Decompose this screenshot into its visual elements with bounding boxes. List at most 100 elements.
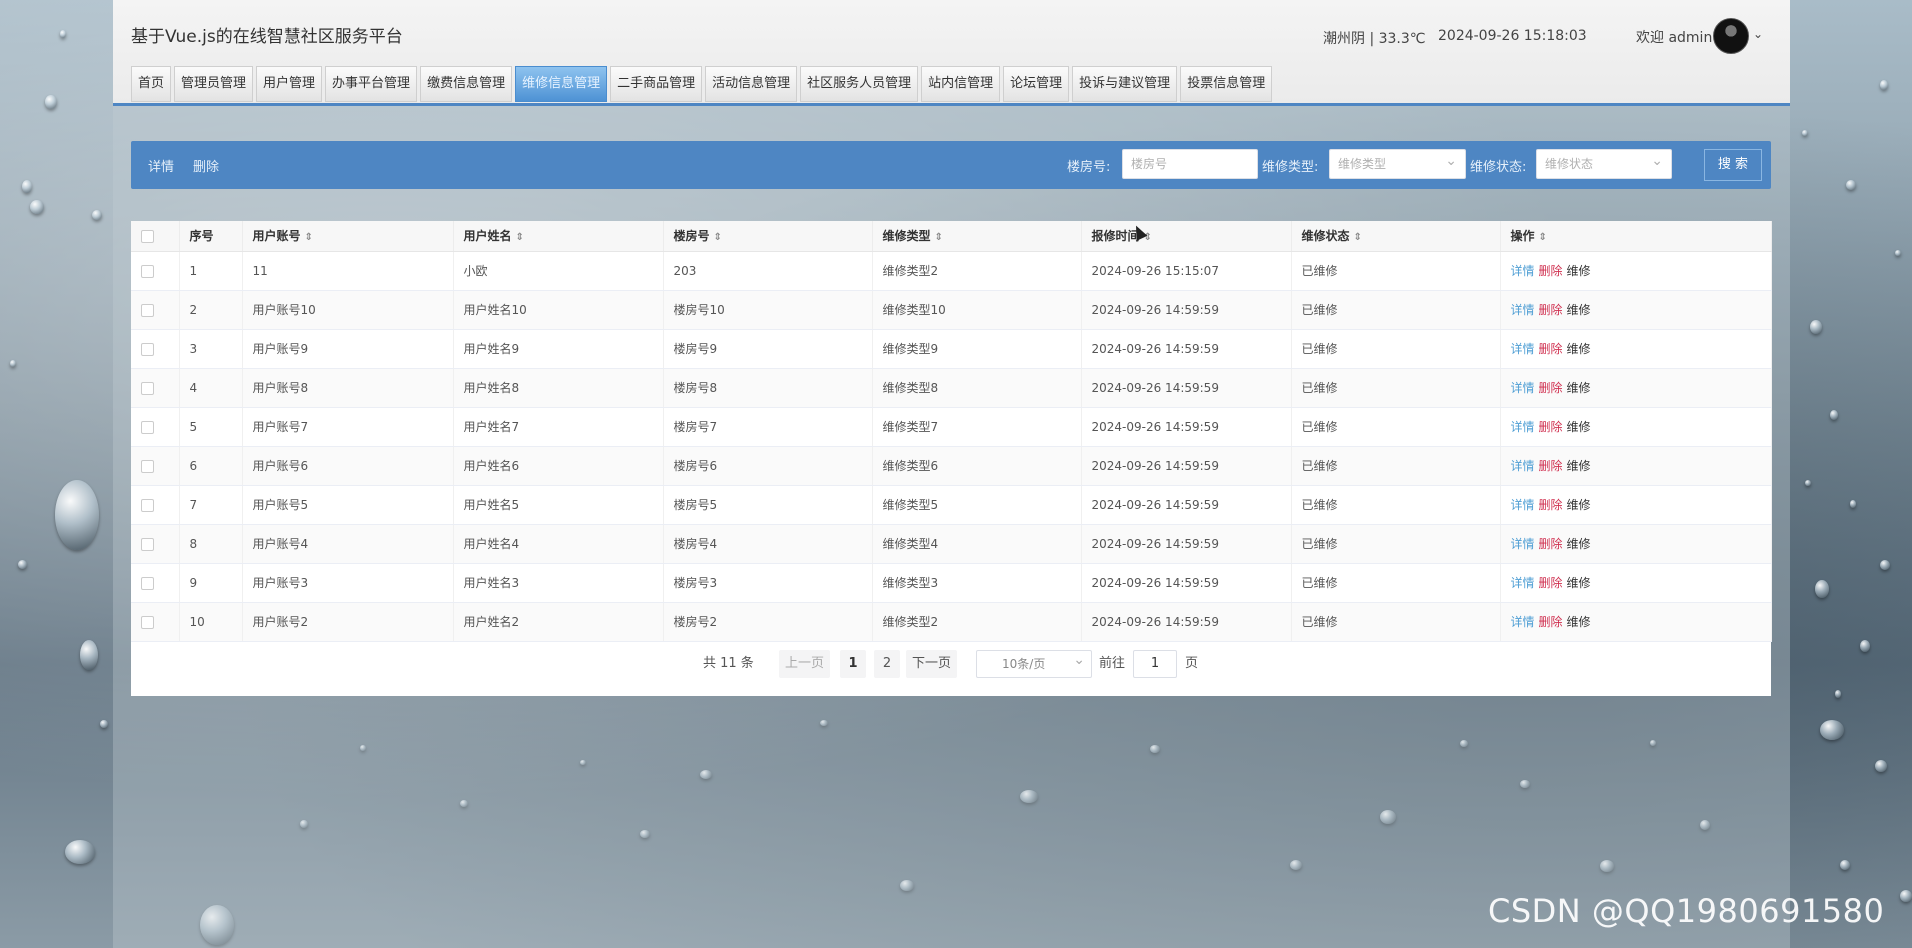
table-cell: 用户账号2 — [242, 602, 454, 642]
select-all-checkbox[interactable] — [131, 221, 180, 252]
delete-link[interactable]: 删除 — [1539, 615, 1563, 629]
column-header[interactable]: 维修状态 ⇕ — [1291, 221, 1501, 252]
table-row[interactable]: 8 用户账号4 用户姓名4 楼房号4 维修类型4 2024-09-26 14:59:59 已… — [131, 524, 1772, 564]
repair-link[interactable]: 维修 — [1567, 459, 1591, 473]
sort-icon[interactable]: ⇕ — [714, 232, 722, 243]
row-actions: 详情 删除 维修 — [1500, 524, 1772, 564]
table-row[interactable]: 10 用户账号2 用户姓名2 楼房号2 维修类型2 2024-09-26 14:59:59… — [131, 602, 1772, 642]
detail-link[interactable]: 详情 — [1511, 342, 1535, 356]
column-header[interactable]: 操作 ⇕ — [1500, 221, 1772, 252]
row-checkbox[interactable] — [131, 524, 180, 564]
detail-link[interactable]: 详情 — [1511, 381, 1535, 395]
column-header[interactable]: 用户姓名 ⇕ — [453, 221, 664, 252]
type-select[interactable]: 维修类型 — [1329, 147, 1466, 179]
row-checkbox[interactable] — [131, 368, 180, 408]
nav-item-5[interactable]: 维修信息管理 — [515, 66, 608, 102]
row-checkbox[interactable] — [131, 407, 180, 447]
delete-link[interactable]: 删除 — [1539, 576, 1563, 590]
delete-link[interactable]: 删除 — [1539, 303, 1563, 317]
table-row[interactable]: 1 11 小欧 203 维修类型2 2024-09-26 15:15:07 已维修 详情 删除维… — [131, 251, 1772, 291]
nav-item-4[interactable]: 缴费信息管理 — [420, 66, 513, 102]
table-cell: 维修类型4 — [872, 524, 1082, 564]
nav-item-1[interactable]: 管理员管理 — [174, 66, 254, 102]
delete-link[interactable]: 删除 — [1539, 264, 1563, 278]
row-checkbox[interactable] — [131, 290, 180, 330]
page-2-button[interactable]: 2 — [874, 650, 900, 678]
column-header[interactable]: 报修时间 ⇕ — [1081, 221, 1292, 252]
sort-icon[interactable]: ⇕ — [935, 232, 943, 243]
nav-item-7[interactable]: 活动信息管理 — [705, 66, 798, 102]
page-size-select[interactable]: 10条/页 — [976, 647, 1092, 678]
nav-item-6[interactable]: 二手商品管理 — [610, 66, 703, 102]
table-row[interactable]: 3 用户账号9 用户姓名9 楼房号9 维修类型9 2024-09-26 14:59:59 已… — [131, 329, 1772, 369]
detail-link[interactable]: 详情 — [1511, 498, 1535, 512]
repair-link[interactable]: 维修 — [1567, 420, 1591, 434]
repair-link[interactable]: 维修 — [1567, 537, 1591, 551]
column-header[interactable]: 用户账号 ⇕ — [242, 221, 454, 252]
row-checkbox[interactable] — [131, 563, 180, 603]
row-checkbox[interactable] — [131, 446, 180, 486]
chevron-down-icon[interactable]: ⌄ — [1753, 27, 1763, 41]
room-input[interactable]: 楼房号 — [1122, 149, 1258, 179]
sort-icon[interactable]: ⇕ — [1539, 232, 1547, 243]
table-row[interactable]: 9 用户账号3 用户姓名3 楼房号3 维修类型3 2024-09-26 14:59:59 已… — [131, 563, 1772, 603]
delete-link[interactable]: 删除 — [1539, 381, 1563, 395]
table-row[interactable]: 7 用户账号5 用户姓名5 楼房号5 维修类型5 2024-09-26 14:59:59 已… — [131, 485, 1772, 525]
column-header[interactable]: 序号 — [179, 221, 243, 252]
detail-button[interactable]: 详情 — [148, 156, 174, 175]
delete-link[interactable]: 删除 — [1539, 537, 1563, 551]
search-button[interactable]: 搜 索 — [1704, 149, 1762, 181]
table-cell: 已维修 — [1291, 329, 1501, 369]
column-header[interactable]: 楼房号 ⇕ — [663, 221, 873, 252]
detail-link[interactable]: 详情 — [1511, 615, 1535, 629]
delete-button[interactable]: 删除 — [193, 156, 219, 175]
row-checkbox[interactable] — [131, 485, 180, 525]
repair-link[interactable]: 维修 — [1567, 498, 1591, 512]
repair-link[interactable]: 维修 — [1567, 303, 1591, 317]
nav-item-10[interactable]: 论坛管理 — [1003, 66, 1070, 102]
repair-link[interactable]: 维修 — [1567, 342, 1591, 356]
detail-link[interactable]: 详情 — [1511, 303, 1535, 317]
row-actions: 详情 删除 维修 — [1500, 368, 1772, 408]
sort-icon[interactable]: ⇕ — [516, 232, 524, 243]
table-row[interactable]: 5 用户账号7 用户姓名7 楼房号7 维修类型7 2024-09-26 14:59:59 已… — [131, 407, 1772, 447]
nav-item-0[interactable]: 首页 — [131, 66, 172, 102]
table-row[interactable]: 4 用户账号8 用户姓名8 楼房号8 维修类型8 2024-09-26 14:59:59 已… — [131, 368, 1772, 408]
table-row[interactable]: 6 用户账号6 用户姓名6 楼房号6 维修类型6 2024-09-26 14:59:59 已… — [131, 446, 1772, 486]
delete-link[interactable]: 删除 — [1539, 459, 1563, 473]
avatar[interactable] — [1713, 18, 1749, 54]
next-page-button[interactable]: 下一页 — [906, 650, 958, 678]
sort-icon[interactable]: ⇕ — [1354, 232, 1362, 243]
column-header[interactable]: 维修类型 ⇕ — [872, 221, 1082, 252]
header: 基于Vue.js的在线智慧社区服务平台 潮州阴 | 33.3℃ 2024-09-… — [113, 0, 1790, 106]
repair-table: 序号 用户账号 ⇕ 用户姓名 ⇕ 楼房号 ⇕ 维修类型 ⇕ 报修时间 ⇕ 维修状态 ⇕ 操作 ⇕ 1 11 小欧… — [131, 221, 1772, 696]
repair-link[interactable]: 维修 — [1567, 615, 1591, 629]
nav-item-8[interactable]: 社区服务人员管理 — [800, 66, 919, 102]
detail-link[interactable]: 详情 — [1511, 459, 1535, 473]
delete-link[interactable]: 删除 — [1539, 342, 1563, 356]
repair-link[interactable]: 维修 — [1567, 381, 1591, 395]
nav-item-9[interactable]: 站内信管理 — [921, 66, 1001, 102]
sort-icon[interactable]: ⇕ — [305, 232, 313, 243]
row-checkbox[interactable] — [131, 602, 180, 642]
welcome-text: 欢迎 admin — [1636, 30, 1713, 46]
repair-link[interactable]: 维修 — [1567, 264, 1591, 278]
nav-item-11[interactable]: 投诉与建议管理 — [1072, 66, 1178, 102]
table-row[interactable]: 2 用户账号10 用户姓名10 楼房号10 维修类型10 2024-09-26 14:59… — [131, 290, 1772, 330]
nav-item-2[interactable]: 用户管理 — [256, 66, 323, 102]
detail-link[interactable]: 详情 — [1511, 420, 1535, 434]
prev-page-button[interactable]: 上一页 — [779, 650, 831, 678]
detail-link[interactable]: 详情 — [1511, 264, 1535, 278]
detail-link[interactable]: 详情 — [1511, 576, 1535, 590]
status-select[interactable]: 维修状态 — [1536, 147, 1672, 179]
page-1-button[interactable]: 1 — [840, 650, 866, 678]
delete-link[interactable]: 删除 — [1539, 420, 1563, 434]
delete-link[interactable]: 删除 — [1539, 498, 1563, 512]
nav-item-3[interactable]: 办事平台管理 — [325, 66, 418, 102]
nav-item-12[interactable]: 投票信息管理 — [1180, 66, 1273, 102]
goto-page-input[interactable]: 1 — [1133, 650, 1177, 678]
repair-link[interactable]: 维修 — [1567, 576, 1591, 590]
detail-link[interactable]: 详情 — [1511, 537, 1535, 551]
row-checkbox[interactable] — [131, 251, 180, 291]
row-checkbox[interactable] — [131, 329, 180, 369]
